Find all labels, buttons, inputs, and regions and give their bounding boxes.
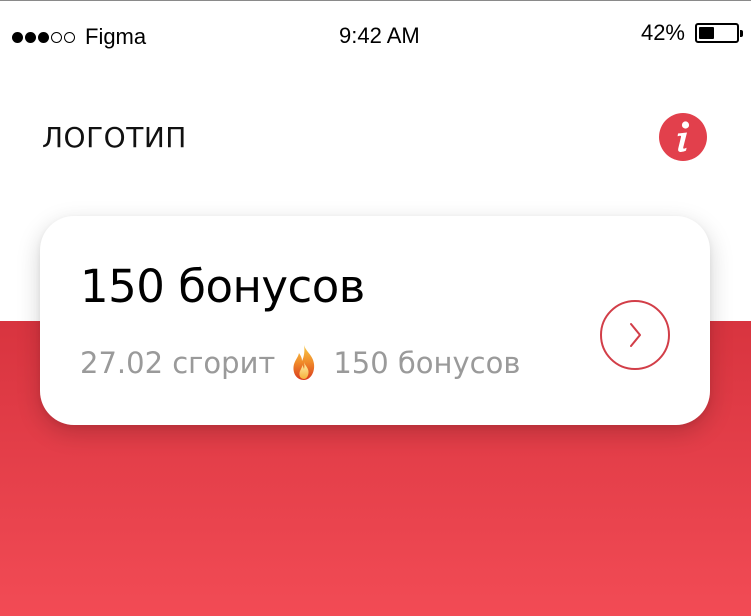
carrier-indicator: Figma (12, 24, 146, 50)
signal-dot (64, 31, 75, 43)
battery-level-fill (699, 27, 715, 39)
battery-icon (695, 23, 743, 43)
battery-percent: 42% (640, 20, 685, 45)
signal-dot (12, 31, 23, 43)
bonus-expiry-row: 27.02 сгорит 150 бонусов (80, 343, 520, 383)
signal-dot (25, 31, 36, 43)
expiry-amount: 150 бонусов (333, 346, 521, 380)
signal-dot (38, 31, 49, 43)
fire-icon (289, 343, 319, 383)
signal-strength-icon (12, 31, 75, 43)
app-screen: Figma 9:42 AM 42% ЛОГОТИП 150 бонусов 27… (0, 0, 751, 616)
signal-dot (51, 31, 62, 43)
bonus-card[interactable]: 150 бонусов 27.02 сгорит 150 бонусов (40, 216, 710, 425)
info-icon (677, 121, 690, 153)
bonus-balance: 150 бонусов (80, 260, 365, 313)
status-time: 9:42 AM (339, 23, 420, 48)
info-button[interactable] (659, 113, 707, 161)
expiry-date-label: 27.02 сгорит (80, 346, 276, 380)
carrier-name: Figma (85, 24, 147, 49)
chevron-right-icon (630, 323, 641, 347)
battery-status: 42% (640, 20, 743, 46)
bonus-details-button[interactable] (600, 300, 670, 370)
app-logo: ЛОГОТИП (42, 121, 187, 154)
battery-tip (740, 30, 743, 37)
status-bar: Figma 9:42 AM 42% (0, 1, 751, 65)
